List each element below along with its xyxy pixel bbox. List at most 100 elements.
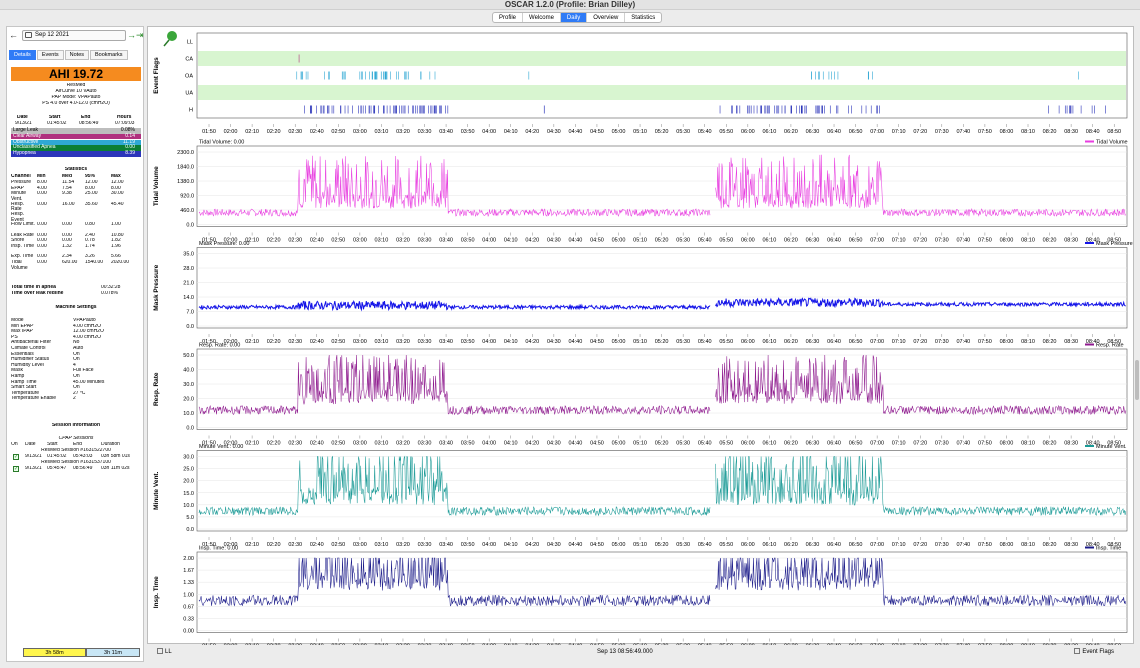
time-tick-label: 06:10 bbox=[762, 441, 776, 447]
date-value: Sep 12 2021 bbox=[35, 32, 69, 38]
time-tick-label: 03:00 bbox=[353, 441, 367, 447]
time-tick-label: 04:40 bbox=[569, 644, 583, 646]
chart-plot[interactable] bbox=[197, 248, 1127, 329]
ahi-badge: AHI 19.72 bbox=[11, 67, 141, 81]
time-tick-label: 05:20 bbox=[655, 339, 669, 345]
time-tick-label: 01:50 bbox=[202, 129, 216, 135]
flag-row-label: H bbox=[189, 108, 193, 114]
time-tick-label: 04:40 bbox=[569, 542, 583, 548]
time-tick-label: 06:20 bbox=[784, 129, 798, 135]
stats-cell: 35.60 bbox=[85, 202, 111, 208]
chart-plot[interactable] bbox=[197, 552, 1127, 633]
time-tick-label: 04:10 bbox=[504, 441, 518, 447]
session-1-duration[interactable]: 3h 58m bbox=[23, 648, 86, 657]
session-checkbox[interactable]: ✓ bbox=[13, 466, 19, 472]
stats-cell: 25.00 bbox=[85, 191, 111, 197]
session-2-duration[interactable]: 3h 11m bbox=[86, 648, 140, 657]
time-tick-label: 02:10 bbox=[245, 542, 259, 548]
time-tick-label: 07:50 bbox=[978, 238, 992, 244]
time-tick-label: 06:50 bbox=[849, 441, 863, 447]
chart-ylabel: Minute Vent. bbox=[153, 471, 160, 509]
time-tick-label: 02:20 bbox=[267, 339, 281, 345]
tab-overview[interactable]: Overview bbox=[587, 13, 625, 22]
time-tick-label: 07:10 bbox=[892, 644, 906, 646]
setting-value: 2 bbox=[73, 396, 141, 402]
time-tick-label: 04:30 bbox=[547, 339, 561, 345]
time-tick-label: 03:10 bbox=[375, 129, 389, 135]
time-tick-label: 06:40 bbox=[827, 441, 841, 447]
time-tick-label: 03:40 bbox=[439, 129, 453, 135]
time-tick-label: 06:00 bbox=[741, 441, 755, 447]
chart-ytick: 15.0 bbox=[183, 491, 194, 497]
time-tick-label: 04:50 bbox=[590, 441, 604, 447]
time-tick-label: 07:30 bbox=[935, 542, 949, 548]
time-tick-label: 03:50 bbox=[461, 441, 475, 447]
subtab-events[interactable]: Events bbox=[37, 50, 64, 60]
chart-readout: Insp. Time: 0.00 bbox=[199, 546, 238, 552]
time-tick-label: 03:00 bbox=[353, 238, 367, 244]
prev-day-arrow-icon[interactable]: ← bbox=[9, 30, 18, 40]
tab-welcome[interactable]: Welcome bbox=[523, 13, 561, 22]
graph-area[interactable]: Event Flags LL CA OA UA H 01:50 02:00 02:10 02:20… bbox=[147, 26, 1134, 644]
time-tick-label: 08:40 bbox=[1086, 644, 1100, 646]
time-tick-label: 06:30 bbox=[806, 542, 820, 548]
time-tick-label: 04:10 bbox=[504, 339, 518, 345]
stats-cell: 0.00 bbox=[37, 202, 63, 208]
scrollbar[interactable] bbox=[1135, 360, 1139, 400]
graphs-svg[interactable]: Event Flags LL CA OA UA H 01:50 02:00 02:10 02:20… bbox=[148, 27, 1135, 645]
time-tick-label: 03:50 bbox=[461, 542, 475, 548]
time-tick-label: 03:10 bbox=[375, 238, 389, 244]
event-flags-dropdown[interactable]: Event Flags bbox=[1074, 646, 1114, 658]
chart-plot[interactable] bbox=[197, 349, 1127, 430]
time-tick-label: 05:10 bbox=[633, 129, 647, 135]
time-tick-label: 07:40 bbox=[956, 339, 970, 345]
time-tick-label: 04:40 bbox=[569, 238, 583, 244]
time-tick-label: 02:00 bbox=[224, 129, 238, 135]
layout-toggle[interactable]: LL bbox=[157, 646, 172, 658]
pin-icon[interactable] bbox=[167, 31, 177, 41]
time-tick-label: 07:00 bbox=[870, 441, 884, 447]
tab-profile[interactable]: Profile bbox=[493, 13, 523, 22]
tab-daily[interactable]: Daily bbox=[561, 13, 587, 22]
session-date: 9/13/21 bbox=[25, 466, 49, 472]
time-tick-label: 07:10 bbox=[892, 542, 906, 548]
time-tick-label: 07:00 bbox=[870, 238, 884, 244]
chart-ylabel: Insp. Time bbox=[153, 576, 160, 608]
time-tick-label: 03:40 bbox=[439, 644, 453, 646]
time-tick-label: 02:40 bbox=[310, 129, 324, 135]
time-tick-label: 05:50 bbox=[719, 644, 733, 646]
time-tick-label: 05:30 bbox=[676, 238, 690, 244]
subtab-notes[interactable]: Notes bbox=[65, 50, 89, 60]
time-tick-label: 03:30 bbox=[418, 542, 432, 548]
stats-cell: 0.00 bbox=[37, 260, 63, 266]
time-tick-label: 05:30 bbox=[676, 129, 690, 135]
date-picker[interactable]: Sep 12 2021 bbox=[22, 30, 126, 41]
sess-col-header: End bbox=[73, 442, 103, 448]
subtab-details[interactable]: Details bbox=[9, 50, 36, 60]
time-tick-label: 06:10 bbox=[762, 644, 776, 646]
time-tick-label: 04:20 bbox=[525, 339, 539, 345]
time-tick-label: 02:50 bbox=[331, 238, 345, 244]
flag-row-label: CA bbox=[185, 57, 193, 63]
chart-ytick: 30.0 bbox=[183, 455, 194, 461]
session-duration: 03h 58m 01s bbox=[101, 454, 141, 460]
chart-ytick: 35.0 bbox=[183, 252, 194, 258]
session-name: ResMed Session #1631522700 bbox=[11, 448, 141, 454]
tab-statistics[interactable]: Statistics bbox=[625, 13, 661, 22]
next-day-arrow-icon[interactable]: → bbox=[127, 30, 136, 40]
time-tick-label: 05:20 bbox=[655, 129, 669, 135]
time-tick-label: 04:20 bbox=[525, 441, 539, 447]
time-tick-label: 08:10 bbox=[1021, 441, 1035, 447]
stats-cell: 1.96 bbox=[111, 244, 137, 250]
time-tick-label: 06:40 bbox=[827, 129, 841, 135]
chart-ytick: 0.0 bbox=[186, 527, 194, 533]
event-flags-plot[interactable] bbox=[197, 33, 1127, 118]
subtab-bookmarks[interactable]: Bookmarks bbox=[90, 50, 128, 60]
last-day-arrow-icon[interactable]: ⇥ bbox=[136, 30, 144, 40]
time-tick-label: 02:20 bbox=[267, 129, 281, 135]
time-tick-label: 08:00 bbox=[1000, 441, 1014, 447]
time-tick-label: 05:40 bbox=[698, 129, 712, 135]
main-tabs: Profile Welcome Daily Overview Statistics bbox=[492, 12, 662, 23]
time-tick-label: 04:40 bbox=[569, 129, 583, 135]
time-tick-label: 07:00 bbox=[870, 339, 884, 345]
